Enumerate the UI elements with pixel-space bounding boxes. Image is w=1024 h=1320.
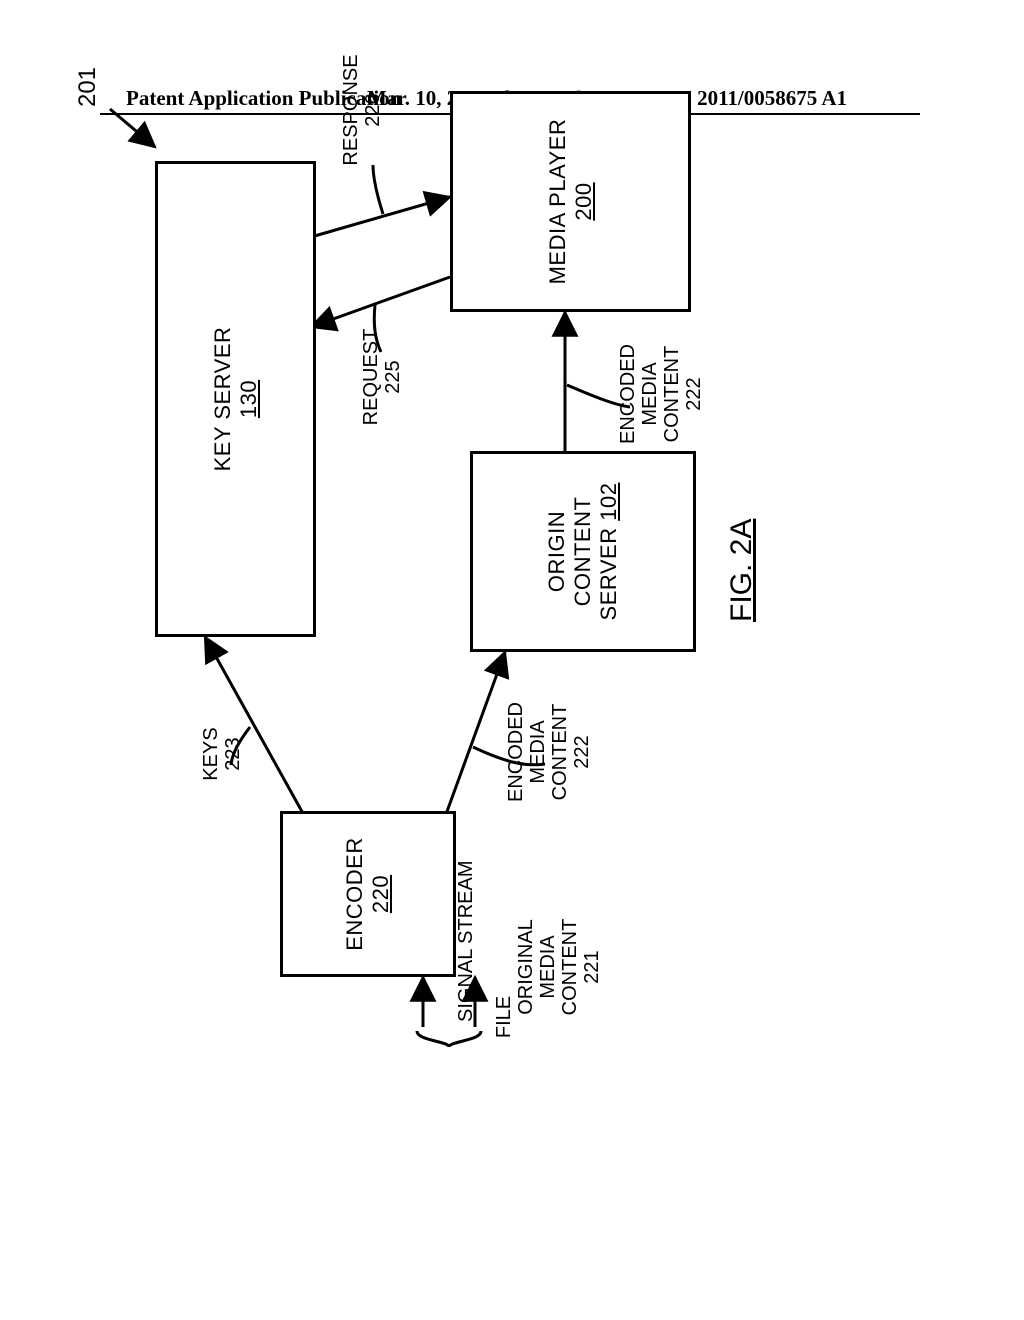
key-server-box: KEY SERVER 130 [155, 161, 316, 637]
media-player-label: MEDIA PLAYER [545, 119, 571, 285]
origin-label-2: SERVER 102 [596, 483, 622, 621]
encoded-media-label-2: ENCODED MEDIA CONTENT 222 [617, 324, 705, 464]
media-player-box: MEDIA PLAYER 200 [450, 91, 691, 312]
key-server-label: KEY SERVER [210, 327, 236, 472]
origin-server-box: ORIGIN CONTENT SERVER 102 [470, 451, 696, 652]
diagram-stage: ENCODER 220 KEY SERVER 130 ORIGIN CONTEN… [5, 277, 1005, 1047]
file-label: FILE [493, 982, 515, 1052]
figure-ref-201: 201 [75, 47, 101, 127]
response-label: RESPONSE 226 [340, 35, 384, 185]
key-server-num: 130 [236, 380, 262, 418]
figure-caption: FIG. 2A [725, 519, 759, 622]
original-media-label: ORIGINAL MEDIA CONTENT 221 [515, 897, 603, 1037]
page: Patent Application Publication Mar. 10, … [0, 0, 1024, 1320]
encoder-num: 220 [368, 875, 394, 913]
origin-label-1: ORIGIN CONTENT [544, 454, 596, 649]
media-player-num: 200 [571, 182, 597, 220]
signal-stream-label: SIGNAL STREAM [455, 822, 477, 1022]
encoder-label: ENCODER [342, 837, 368, 951]
encoder-box: ENCODER 220 [280, 811, 456, 977]
keys-label: KEYS 223 [200, 709, 244, 799]
encoded-media-label-1: ENCODED MEDIA CONTENT 222 [505, 682, 593, 822]
request-label: REQUEST 225 [360, 312, 404, 442]
